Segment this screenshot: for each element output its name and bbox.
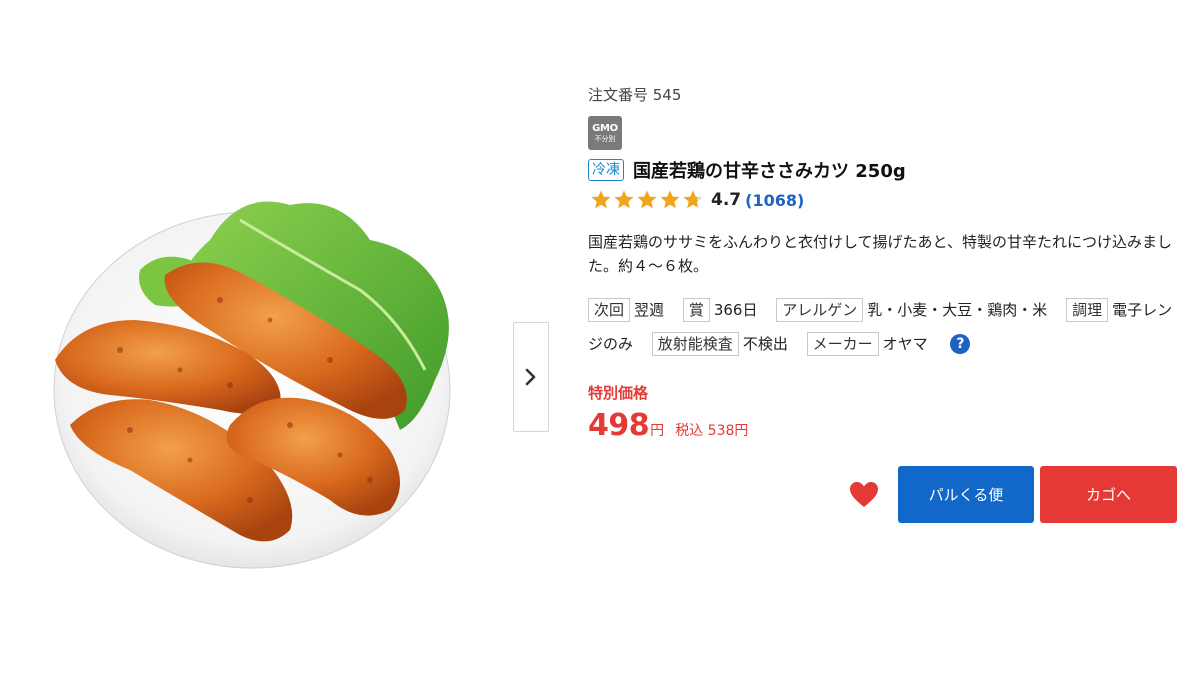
star-icon [614,190,634,209]
add-to-cart-button[interactable]: カゴへ [1040,466,1177,523]
action-buttons: パルくる便 カゴへ [848,466,1177,523]
gmo-badge-line2: 不分別 [594,134,616,143]
pal-delivery-button[interactable]: パルくる便 [898,466,1034,523]
price-row: 498円 税込 538円 [588,408,748,443]
product-title: 国産若鶏の甘辛ささみカツ 250g [633,161,906,182]
rating-row: 4.7 (1068) [590,189,804,211]
attr-label-cooking: 調理 [1066,297,1109,322]
gmo-badge-line1: GMO [592,122,618,134]
gmo-badge: GMO 不分別 [588,116,622,150]
price-amount: 498 [588,408,650,443]
help-icon[interactable]: ? [950,334,971,354]
attr-value-radiation: 不検出 [742,335,788,353]
price-tax-included: 税込 538円 [675,423,749,439]
star-icon [683,190,703,209]
frozen-badge: 冷凍 [588,159,624,181]
attr-label-next: 次回 [588,297,631,322]
attr-label-radiation: 放射能検査 [651,332,739,356]
attr-value-maker: オヤマ [882,335,928,353]
rating-value: 4.7 [711,190,742,210]
product-description: 国産若鶏のササミをふんわりと衣付けして揚げたあと、特製の甘辛たれにつけ込みました… [588,233,1172,275]
attr-label-maker: メーカー [806,332,879,356]
rating-stars [590,189,705,211]
star-icon [591,190,611,209]
price-unit: 円 [650,423,665,439]
heart-icon[interactable] [848,479,880,511]
attr-value-next: 翌週 [634,300,665,319]
product-image [40,180,480,580]
product-attributes: 次回 翌週 賞 366日 アレルゲン 乳・小麦・大豆・鶏肉・米 調理 電子レンジのみ 放… [588,292,1180,361]
star-icon [660,190,680,209]
review-count-link[interactable]: (1068) [745,191,804,210]
title-row: 冷凍 国産若鶏の甘辛ささみカツ 250g [588,157,906,183]
attr-label-expiry: 賞 [682,297,710,322]
chevron-right-icon [525,368,536,386]
attr-value-expiry: 366日 [713,300,758,319]
special-price-label: 特別価格 [588,384,649,402]
star-icon [637,190,657,209]
next-image-button[interactable] [513,322,549,432]
attr-value-allergen: 乳・小麦・大豆・鶏肉・米 [867,300,1048,319]
attr-label-allergen: アレルゲン [776,297,864,322]
order-number: 注文番号 545 [588,86,682,104]
